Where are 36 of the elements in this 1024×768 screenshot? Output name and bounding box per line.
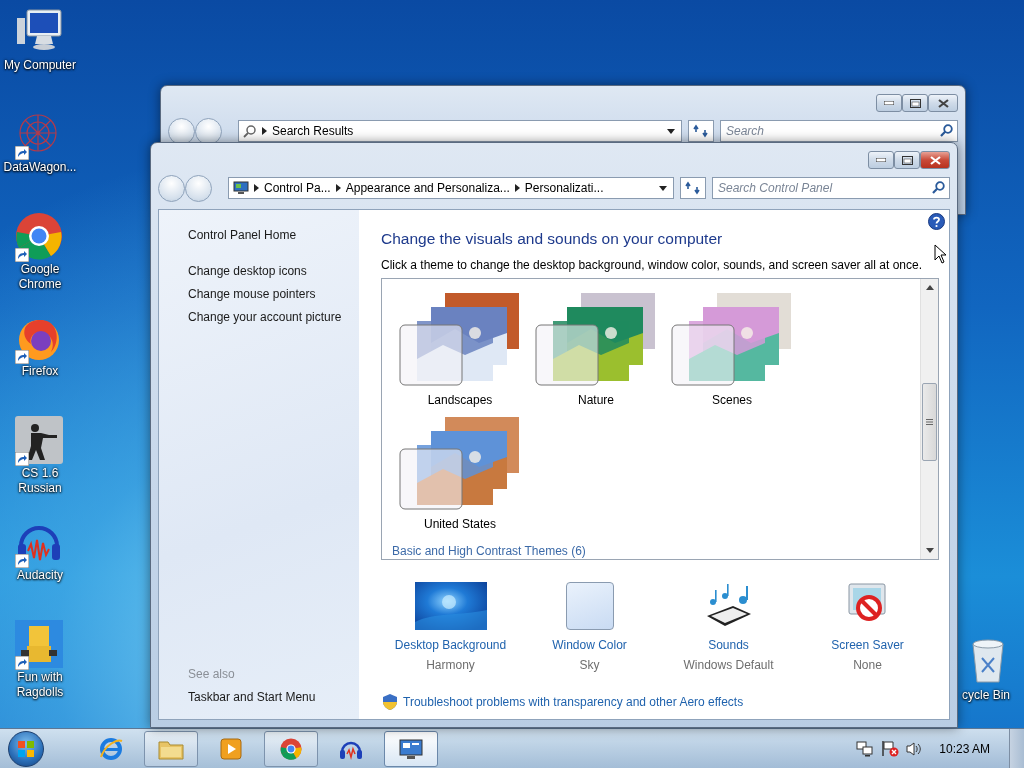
sidebar-link[interactable]: Control Panel Home [188, 224, 359, 247]
sidebar-link[interactable]: Change mouse pointers [188, 283, 359, 306]
breadcrumb[interactable]: Search Results [272, 124, 354, 138]
search-field[interactable]: Search [720, 120, 958, 142]
sidebar-link[interactable]: Change desktop icons [188, 260, 359, 283]
breadcrumb[interactable]: Control Pa... [264, 181, 331, 195]
theme-name[interactable]: United States [423, 517, 496, 531]
sidebar-link[interactable]: Taskbar and Start Menu [188, 686, 359, 709]
setting-value: Harmony [426, 658, 475, 672]
description-text: Click a theme to change the desktop background, window color, sounds, and screen saver all at once. [381, 258, 923, 272]
theme-name[interactable]: Scenes [712, 393, 752, 407]
clock-time[interactable]: 10:23 AM [939, 741, 990, 756]
desktop-icon-label[interactable]: My Computer [1, 58, 79, 73]
see-also-heading: See also [188, 666, 236, 683]
theme-name[interactable]: Nature [578, 393, 614, 407]
breadcrumb[interactable]: Personalizati... [524, 181, 604, 195]
setting-value: Sky [579, 658, 600, 672]
setting-value: Windows Default [683, 658, 774, 672]
breadcrumb[interactable]: Appearance and Personaliza... [345, 181, 510, 195]
page-heading: Change the visuals and sounds on your computer [381, 230, 724, 248]
setting-value: None [853, 658, 882, 672]
theme-name[interactable]: Landscapes [427, 393, 493, 407]
setting-link[interactable]: Desktop Background [394, 638, 507, 652]
desktop-icon-label[interactable]: Firefox [1, 364, 79, 379]
address-bar[interactable]: Search Results [238, 120, 682, 142]
desktop-icon-label[interactable]: DataWagon... [1, 160, 79, 175]
setting-link[interactable]: Window Color [552, 638, 627, 652]
theme-group-heading: Basic and High Contrast Themes (6) [392, 544, 587, 559]
search-field[interactable]: Search Control Panel [712, 177, 950, 199]
sidebar-link[interactable]: Change your account picture [188, 306, 359, 329]
setting-link[interactable]: Sounds [708, 638, 749, 652]
address-bar[interactable]: Control Pa... Appearance and Personaliza... Personalizati... [228, 177, 674, 199]
setting-link[interactable]: Screen Saver [831, 638, 904, 652]
desktop-icon-label[interactable]: cycle Bin [962, 688, 1011, 703]
desktop-icon-label[interactable]: Google Chrome [1, 262, 79, 292]
troubleshoot-link[interactable]: Troubleshoot problems with transparency and other Aero effects [403, 695, 744, 709]
